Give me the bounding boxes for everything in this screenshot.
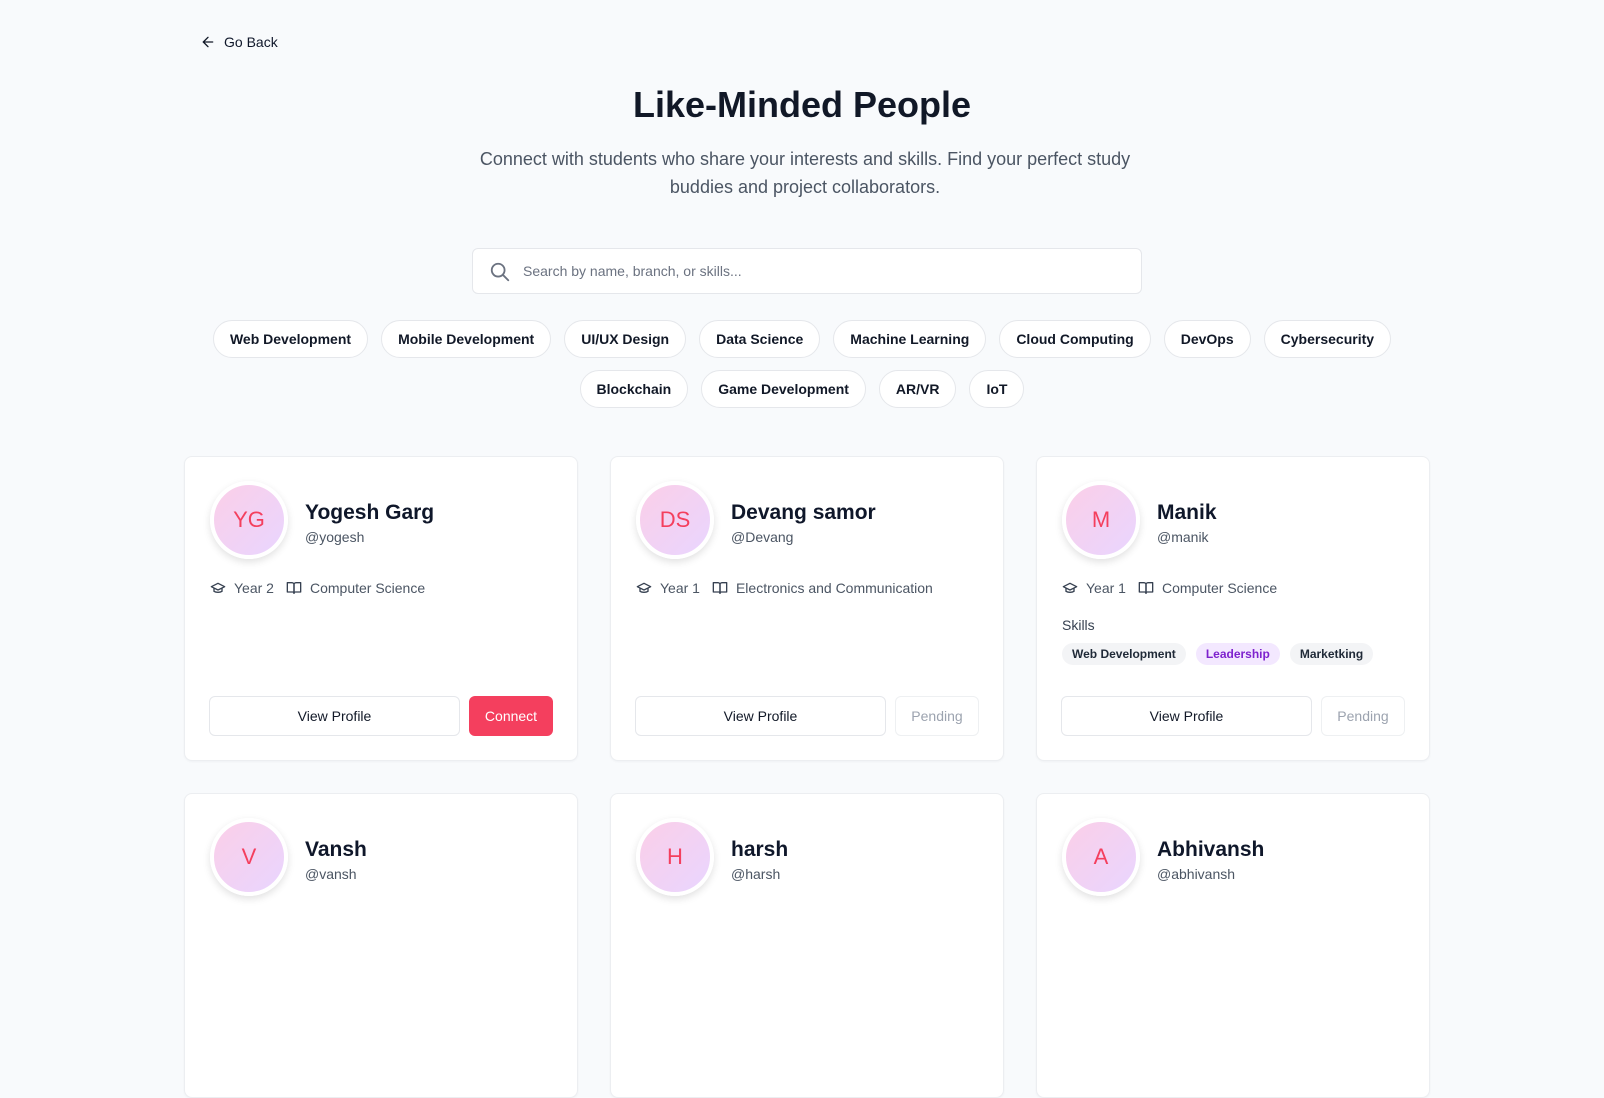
person-card: YG Yogesh Garg @yogesh Year 2 Computer S…	[184, 456, 578, 761]
graduation-cap-icon	[210, 582, 226, 593]
person-year: Year 2	[234, 580, 274, 596]
go-back-button[interactable]: Go Back	[200, 34, 278, 50]
person-name: Abhivansh	[1157, 838, 1265, 861]
person-name: Manik	[1157, 501, 1217, 524]
search-icon	[490, 262, 510, 282]
avatar: A	[1062, 818, 1140, 896]
pending-button[interactable]: Pending	[1321, 696, 1405, 736]
card-actions: View Profile Pending	[1061, 696, 1405, 736]
graduation-cap-icon	[636, 582, 652, 593]
skills-label: Skills	[1062, 617, 1095, 633]
person-handle: @abhivansh	[1157, 866, 1236, 882]
book-open-icon	[712, 582, 728, 594]
person-name: Yogesh Garg	[305, 501, 435, 524]
person-name: harsh	[731, 838, 789, 861]
person-handle: @yogesh	[305, 529, 365, 545]
filter-ui-ux-design[interactable]: UI/UX Design	[564, 320, 687, 358]
person-handle: @vansh	[305, 866, 357, 882]
person-card: A Abhivansh @abhivansh	[1036, 793, 1430, 1098]
skills-list: Web Development Leadership Marketking	[1062, 643, 1374, 665]
filter-game-development[interactable]: Game Development	[701, 370, 866, 408]
person-year: Year 1	[660, 580, 700, 596]
person-card: H harsh @harsh	[610, 793, 1004, 1098]
avatar: H	[636, 818, 714, 896]
skill-chip: Marketking	[1289, 643, 1374, 665]
filter-blockchain[interactable]: Blockchain	[579, 370, 689, 408]
filter-machine-learning[interactable]: Machine Learning	[833, 320, 987, 358]
person-card: DS Devang samor @Devang Year 1 Electroni…	[610, 456, 1004, 761]
person-card: V Vansh @vansh	[184, 793, 578, 1098]
page-subtitle: Connect with students who share your int…	[479, 149, 1131, 197]
filter-data-science[interactable]: Data Science	[699, 320, 821, 358]
filter-mobile-development[interactable]: Mobile Development	[381, 320, 552, 358]
person-meta: Year 2 Computer Science	[210, 580, 425, 596]
book-open-icon	[286, 582, 302, 594]
person-meta: Year 1 Electronics and Communication	[636, 580, 933, 596]
person-name: Devang samor	[731, 501, 876, 524]
person-handle: @harsh	[731, 866, 781, 882]
view-profile-button[interactable]: View Profile	[635, 696, 886, 736]
person-handle: @Devang	[731, 529, 794, 545]
person-handle: @manik	[1157, 529, 1209, 545]
people-grid: YG Yogesh Garg @yogesh Year 2 Computer S…	[184, 456, 1432, 1098]
search-input[interactable]	[521, 262, 1125, 280]
connect-button[interactable]: Connect	[469, 696, 553, 736]
avatar: DS	[636, 481, 714, 559]
pending-button[interactable]: Pending	[895, 696, 979, 736]
card-actions: View Profile Connect	[209, 696, 553, 736]
skill-filter-list: Web Development Mobile Development UI/UX…	[200, 320, 1404, 408]
filter-cybersecurity[interactable]: Cybersecurity	[1263, 320, 1392, 358]
avatar: M	[1062, 481, 1140, 559]
filter-devops[interactable]: DevOps	[1163, 320, 1251, 358]
avatar: YG	[210, 481, 288, 559]
person-name: Vansh	[305, 838, 367, 861]
filter-iot[interactable]: IoT	[969, 370, 1025, 408]
person-year: Year 1	[1086, 580, 1126, 596]
person-branch: Electronics and Communication	[735, 580, 933, 596]
person-branch: Computer Science	[1161, 580, 1278, 596]
view-profile-button[interactable]: View Profile	[1061, 696, 1312, 736]
go-back-label: Go Back	[224, 34, 278, 50]
person-meta: Year 1 Computer Science	[1062, 580, 1277, 596]
filter-ar-vr[interactable]: AR/VR	[878, 370, 957, 408]
avatar: V	[210, 818, 288, 896]
person-branch: Computer Science	[309, 580, 426, 596]
filter-web-development[interactable]: Web Development	[212, 320, 369, 358]
skill-chip: Web Development	[1062, 643, 1186, 665]
view-profile-button[interactable]: View Profile	[209, 696, 460, 736]
graduation-cap-icon	[1062, 582, 1078, 593]
arrow-left-icon	[202, 36, 214, 48]
skill-chip: Leadership	[1195, 643, 1280, 665]
page-title: Like-Minded People	[632, 84, 972, 125]
book-open-icon	[1138, 582, 1154, 594]
search-box	[472, 248, 1142, 294]
person-card: M Manik @manik Year 1 Computer Science S…	[1036, 456, 1430, 761]
card-actions: View Profile Pending	[635, 696, 979, 736]
filter-cloud-computing[interactable]: Cloud Computing	[999, 320, 1151, 358]
